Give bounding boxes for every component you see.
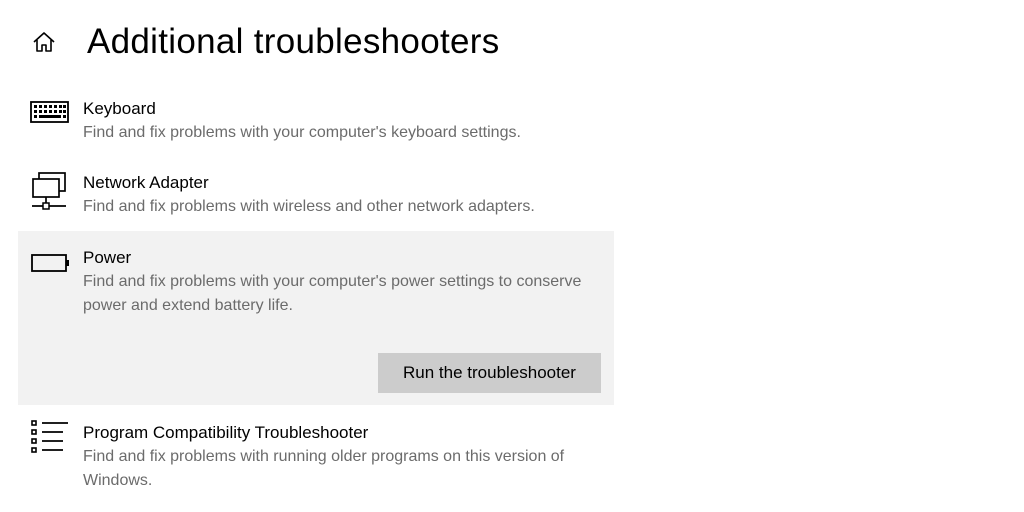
run-troubleshooter-button[interactable]: Run the troubleshooter xyxy=(378,353,601,393)
item-text: Network Adapter Find and fix problems wi… xyxy=(83,171,602,219)
troubleshooter-item-network-adapter[interactable]: Network Adapter Find and fix problems wi… xyxy=(18,168,614,228)
item-text: Power Find and fix problems with your co… xyxy=(83,246,602,318)
item-description: Find and fix problems with your computer… xyxy=(83,124,521,141)
item-title: Program Compatibility Troubleshooter xyxy=(83,423,369,442)
item-text: Program Compatibility Troubleshooter Fin… xyxy=(83,421,602,493)
item-title: Keyboard xyxy=(83,99,156,118)
troubleshooters-page: Additional troubleshooters Keyboard Find… xyxy=(0,0,1024,512)
list-icon xyxy=(30,419,70,459)
item-title: Network Adapter xyxy=(83,173,209,192)
troubleshooter-item-keyboard[interactable]: Keyboard Find and fix problems with your… xyxy=(18,94,614,154)
troubleshooter-item-program-compatibility[interactable]: Program Compatibility Troubleshooter Fin… xyxy=(18,419,614,499)
page-title: Additional troubleshooters xyxy=(87,22,500,61)
home-icon[interactable] xyxy=(30,28,58,56)
page-header: Additional troubleshooters xyxy=(30,18,500,66)
item-description: Find and fix problems with wireless and … xyxy=(83,198,535,215)
item-description: Find and fix problems with your computer… xyxy=(83,273,582,314)
item-description: Find and fix problems with running older… xyxy=(83,448,565,489)
item-title: Power xyxy=(83,248,132,267)
keyboard-icon xyxy=(30,100,70,140)
troubleshooter-item-power[interactable]: Power Find and fix problems with your co… xyxy=(18,231,614,405)
battery-icon xyxy=(30,253,70,293)
item-text: Keyboard Find and fix problems with your… xyxy=(83,97,602,145)
network-adapter-icon xyxy=(30,170,70,210)
